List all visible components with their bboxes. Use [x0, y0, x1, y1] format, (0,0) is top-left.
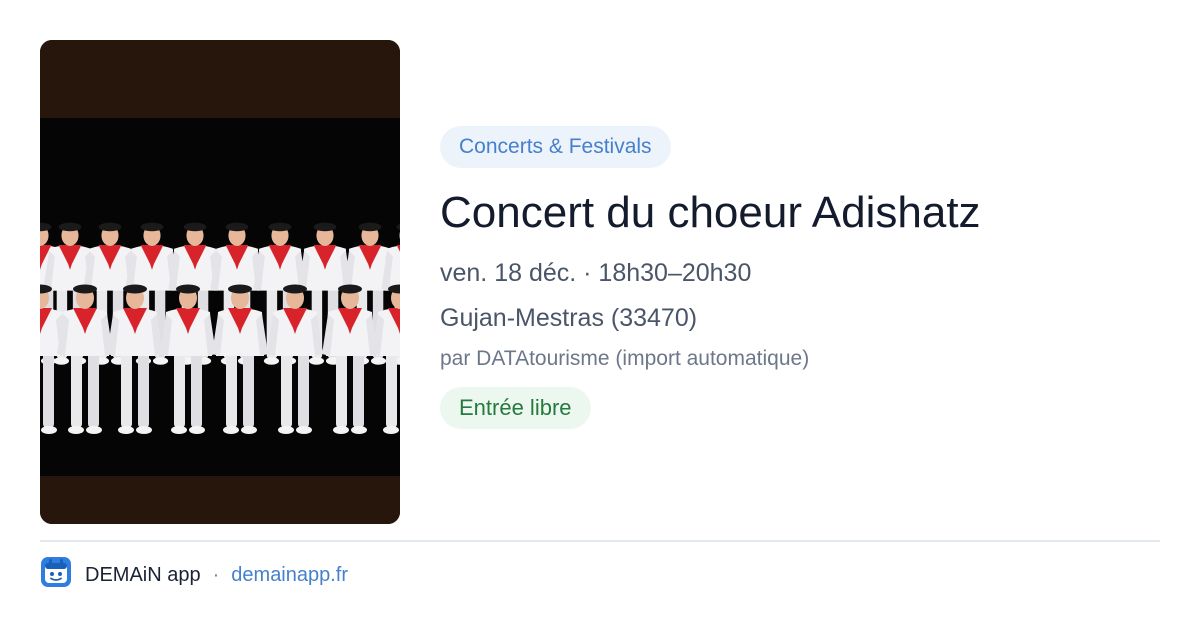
event-source: par DATAtourisme (import automatique): [440, 347, 810, 370]
event-info: Concerts & Festivals Concert du choeur A…: [440, 126, 1160, 429]
demain-app-logo-icon: [40, 556, 72, 594]
footer-divider: [40, 540, 1160, 542]
choir-photo-illustration: [40, 40, 400, 524]
category-badge[interactable]: Concerts & Festivals: [440, 126, 671, 168]
event-photo: [40, 40, 400, 524]
event-datetime: ven. 18 déc. · 18h30–20h30: [440, 259, 752, 287]
site-link[interactable]: demainapp.fr: [231, 564, 348, 587]
footer-separator: ·: [212, 563, 220, 586]
event-title: Concert du choeur Adishatz: [440, 188, 981, 237]
app-name: DEMAiN app: [85, 563, 201, 586]
footer: DEMAiN app · demainapp.fr: [40, 556, 348, 594]
price-badge: Entrée libre: [440, 387, 591, 429]
event-location: Gujan-Mestras (33470): [440, 304, 698, 332]
